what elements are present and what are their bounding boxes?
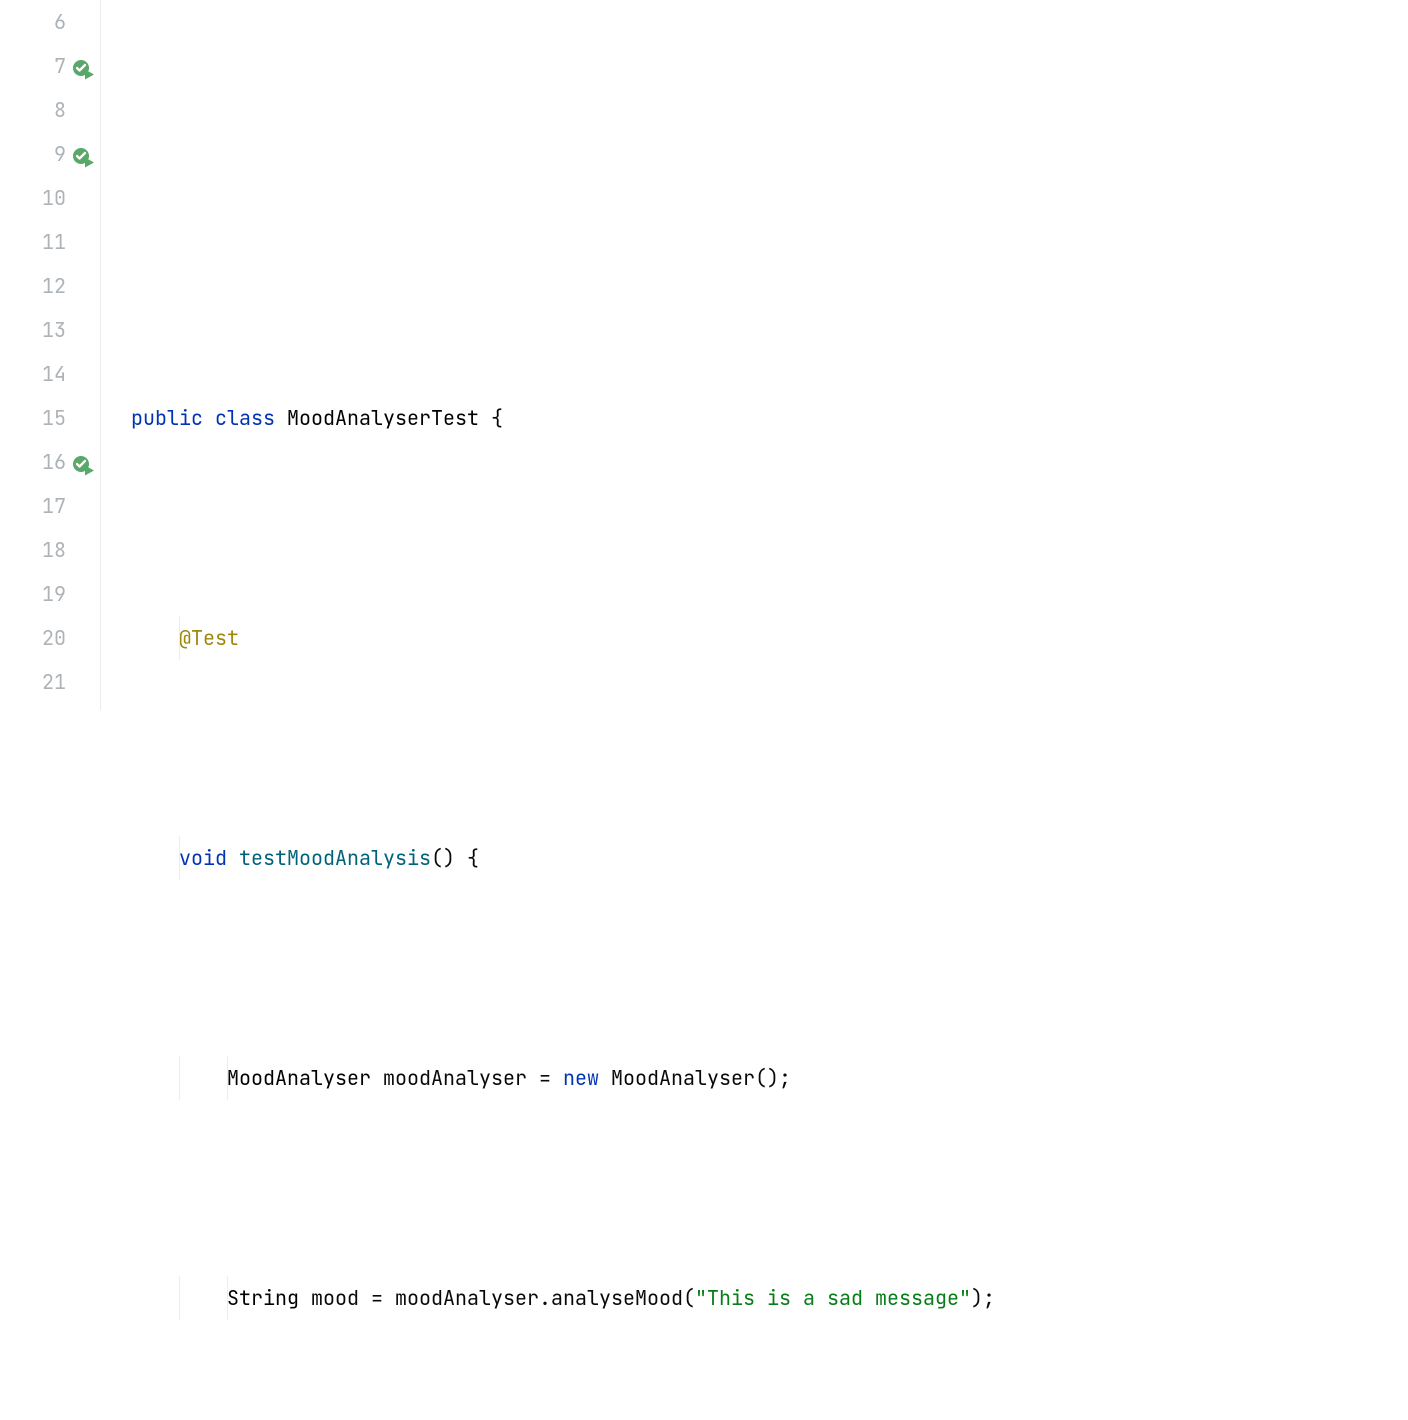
keyword-class: class bbox=[215, 396, 275, 440]
method-name: testMoodAnalysis bbox=[239, 836, 431, 880]
gutter-row: 19 bbox=[0, 572, 100, 616]
line-number: 10 bbox=[4, 176, 66, 220]
keyword-new: new bbox=[563, 1056, 599, 1100]
line-number: 11 bbox=[4, 220, 66, 264]
code-line[interactable]: @Test bbox=[131, 616, 1408, 660]
line-number: 17 bbox=[4, 484, 66, 528]
gutter-row: 15 bbox=[0, 396, 100, 440]
line-number: 13 bbox=[4, 308, 66, 352]
gutter-row: 10 bbox=[0, 176, 100, 220]
gutter-divider bbox=[100, 0, 101, 710]
line-number: 18 bbox=[4, 528, 66, 572]
method-call: moodAnalyser.analyseMood( bbox=[395, 1276, 695, 1320]
gutter-row: 6 bbox=[0, 0, 100, 44]
gutter-row: 14 bbox=[0, 352, 100, 396]
line-number: 16 bbox=[4, 440, 66, 484]
string-literal: "This is a sad message" bbox=[695, 1276, 971, 1320]
code-line[interactable]: String mood = moodAnalyser.analyseMood( … bbox=[131, 1276, 1408, 1320]
gutter-row: 18 bbox=[0, 528, 100, 572]
gutter-row: 12 bbox=[0, 264, 100, 308]
line-number: 19 bbox=[4, 572, 66, 616]
brace-open: { bbox=[491, 396, 503, 440]
line-number: 12 bbox=[4, 264, 66, 308]
variable: moodAnalyser bbox=[383, 1056, 527, 1100]
code-line[interactable] bbox=[131, 176, 1408, 220]
gutter-row: 16 bbox=[0, 440, 100, 484]
code-editor[interactable]: public class MoodAnalyserTest { @Test vo… bbox=[131, 0, 1408, 710]
line-number: 21 bbox=[4, 660, 66, 704]
keyword-void: void bbox=[179, 836, 227, 880]
gutter-row: 20 bbox=[0, 616, 100, 660]
line-number: 20 bbox=[4, 616, 66, 660]
variable: mood bbox=[311, 1276, 359, 1320]
line-number: 6 bbox=[4, 0, 66, 44]
gutter-row: 11 bbox=[0, 220, 100, 264]
annotation-test: @Test bbox=[179, 616, 239, 660]
gutter-row: 21 bbox=[0, 660, 100, 704]
code-line[interactable]: MoodAnalyser moodAnalyser = new MoodAnal… bbox=[131, 1056, 1408, 1100]
gutter-row: 7 bbox=[0, 44, 100, 88]
op-eq: = bbox=[359, 1276, 395, 1320]
line-number: 8 bbox=[4, 88, 66, 132]
run-test-icon[interactable] bbox=[72, 54, 96, 78]
gutter-row: 9 bbox=[0, 132, 100, 176]
line-number: 14 bbox=[4, 352, 66, 396]
gutter-row: 13 bbox=[0, 308, 100, 352]
close: ); bbox=[971, 1276, 995, 1320]
gutter: 67 89 10111213141516 1718192021 bbox=[0, 0, 100, 710]
class-name: MoodAnalyserTest bbox=[287, 396, 479, 440]
op-eq: = bbox=[527, 1056, 563, 1100]
line-number: 9 bbox=[4, 132, 66, 176]
run-test-icon[interactable] bbox=[72, 142, 96, 166]
type: MoodAnalyser bbox=[227, 1056, 371, 1100]
brace-open: { bbox=[467, 836, 479, 880]
type: String bbox=[227, 1276, 299, 1320]
constructor-call: MoodAnalyser() bbox=[611, 1056, 779, 1100]
run-test-icon[interactable] bbox=[72, 450, 96, 474]
code-line[interactable]: public class MoodAnalyserTest { bbox=[131, 396, 1408, 440]
line-number: 7 bbox=[4, 44, 66, 88]
parens: () bbox=[431, 836, 455, 880]
code-line[interactable]: void testMoodAnalysis () { bbox=[131, 836, 1408, 880]
keyword-public: public bbox=[131, 396, 203, 440]
gutter-row: 17 bbox=[0, 484, 100, 528]
semicolon: ; bbox=[779, 1056, 791, 1100]
line-number: 15 bbox=[4, 396, 66, 440]
gutter-row: 8 bbox=[0, 88, 100, 132]
